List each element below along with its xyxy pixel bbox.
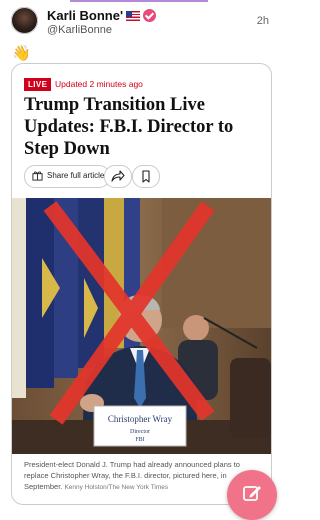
photo-credit: Kenny Holston/The New York Times: [64, 484, 169, 491]
compose-button[interactable]: [227, 470, 277, 520]
nameplate-org: FBI: [135, 437, 144, 443]
forward-icon: [111, 170, 125, 182]
author-name[interactable]: Karli Bonne': [47, 8, 123, 23]
verified-badge-icon: [143, 9, 157, 22]
article-headline[interactable]: Trump Transition Live Updates: F.B.I. Di…: [24, 94, 259, 160]
compose-icon: [243, 486, 261, 501]
share-full-article-button[interactable]: Share full article: [24, 165, 110, 188]
bookmark-icon: [142, 170, 150, 183]
author-handle[interactable]: @KarliBonne: [47, 24, 112, 36]
share-gift-icon: [32, 171, 43, 181]
nameplate-title: Director: [130, 429, 150, 435]
live-badge: LIVE: [24, 78, 52, 91]
link-preview-card[interactable]: LIVE Updated 2 minutes ago Trump Transit…: [11, 63, 272, 505]
forward-button[interactable]: [104, 165, 132, 188]
post-text-emoji: 👋: [12, 45, 31, 62]
photo-illustration: Christopher Wray Director FBI: [12, 198, 271, 454]
share-label: Share full article: [47, 171, 105, 180]
bookmark-button[interactable]: [132, 165, 160, 188]
updated-timestamp: Updated 2 minutes ago: [55, 79, 143, 89]
progress-indicator: [70, 0, 208, 2]
nameplate-name: Christopher Wray: [108, 414, 173, 424]
author-name-row[interactable]: Karli Bonne': [47, 8, 157, 23]
flag-us-icon: [126, 11, 141, 21]
post-time: 2h: [256, 15, 269, 27]
avatar[interactable]: [11, 7, 38, 34]
article-photo[interactable]: Christopher Wray Director FBI: [12, 198, 271, 454]
